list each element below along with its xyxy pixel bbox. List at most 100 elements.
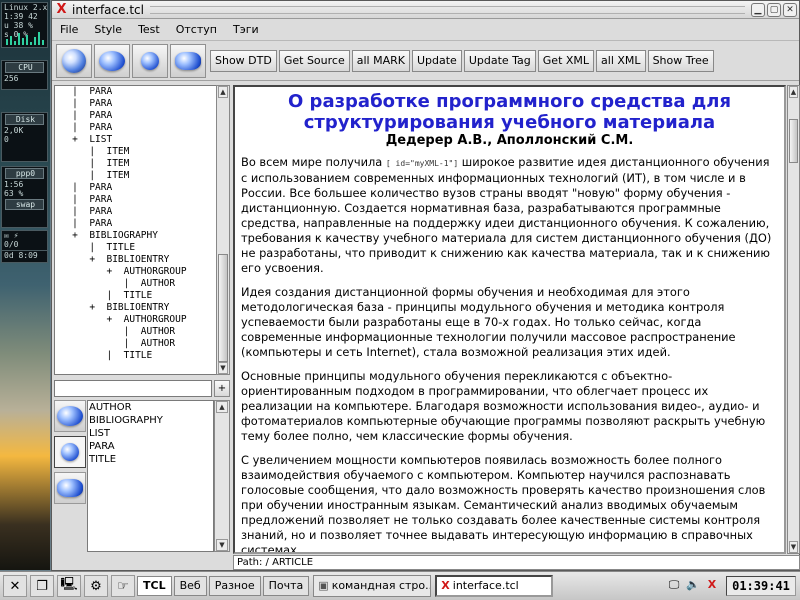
uptime-value: 0d 8:09: [4, 251, 38, 260]
tree-node[interactable]: | PARA: [55, 98, 229, 110]
tree-node[interactable]: | PARA: [55, 182, 229, 194]
windows-icon[interactable]: ❐: [30, 575, 54, 597]
scroll-down-icon[interactable]: ▼: [789, 541, 798, 553]
tree-node[interactable]: | AUTHOR: [55, 278, 229, 290]
orb-double-button[interactable]: [170, 43, 206, 78]
tree-node[interactable]: + LIST: [55, 134, 229, 146]
menu-test[interactable]: Test: [136, 22, 162, 37]
get-source-button[interactable]: Get Source: [278, 49, 350, 72]
tag-tool-column: [54, 400, 86, 550]
toolbar: Show DTD Get Source all MARK Update Upda…: [52, 41, 799, 81]
cpu-label[interactable]: CPU: [5, 62, 44, 73]
menu-indent[interactable]: Отступ: [174, 22, 219, 37]
title-bar[interactable]: X interface.tcl ▁ ▢ ✕: [52, 1, 799, 19]
tree-node[interactable]: | PARA: [55, 206, 229, 218]
app-x-icon[interactable]: X: [55, 3, 68, 16]
scroll-down-icon[interactable]: ▼: [218, 362, 228, 374]
swap-label[interactable]: swap: [5, 199, 44, 210]
tree-node[interactable]: + AUTHORGROUP: [55, 266, 229, 278]
get-xml-button[interactable]: Get XML: [537, 49, 595, 72]
tree-node[interactable]: | PARA: [55, 122, 229, 134]
titlebar-grip[interactable]: [149, 5, 745, 14]
all-xml-button[interactable]: all XML: [596, 49, 646, 72]
task-terminal[interactable]: ▣ командная стро...: [313, 575, 432, 597]
minimize-icon[interactable]: ▁: [751, 2, 765, 17]
network-panel: ppp0 1:56 63 % swap: [1, 166, 48, 228]
gear-icon[interactable]: ⚙: [84, 575, 108, 597]
workspace-tcl[interactable]: TCL: [137, 576, 172, 596]
document-tree[interactable]: | PARA | PARA | PARA | PARA + LIST | ITE…: [54, 85, 230, 375]
ppp-label[interactable]: ppp0: [5, 168, 44, 179]
tag-tool-double-button[interactable]: [54, 472, 86, 504]
tree-node[interactable]: | PARA: [55, 218, 229, 230]
cpu-graph: [4, 31, 45, 45]
close-icon[interactable]: ✕: [3, 575, 27, 597]
main-window: X interface.tcl ▁ ▢ ✕ File Style Test От…: [51, 0, 800, 571]
tree-node[interactable]: + BIBLIOENTRY: [55, 254, 229, 266]
update-tag-button[interactable]: Update Tag: [463, 49, 536, 72]
scroll-down-icon[interactable]: ▼: [216, 539, 228, 551]
tree-node[interactable]: + BIBLIOENTRY: [55, 302, 229, 314]
document-view[interactable]: О разработке программного средства для с…: [233, 85, 786, 554]
tree-node[interactable]: | TITLE: [55, 350, 229, 362]
workspace-mail[interactable]: Почта: [262, 576, 310, 596]
all-mark-button[interactable]: all MARK: [351, 49, 410, 72]
menu-style[interactable]: Style: [92, 22, 124, 37]
clock[interactable]: 01:39:41: [726, 576, 796, 596]
disk-value-secondary: 0: [4, 135, 9, 144]
tree-node[interactable]: + AUTHORGROUP: [55, 314, 229, 326]
tree-node[interactable]: | TITLE: [55, 290, 229, 302]
orb-pair-button[interactable]: [94, 43, 130, 78]
tag-list-item[interactable]: BIBLIOGRAPHY: [88, 414, 213, 427]
tree-node[interactable]: + BIBLIOGRAPHY: [55, 230, 229, 242]
show-dtd-button[interactable]: Show DTD: [210, 49, 277, 72]
tag-list-scrollbar[interactable]: ▲ ▼: [214, 400, 230, 552]
tag-list-item[interactable]: LIST: [88, 427, 213, 440]
scroll-up-icon[interactable]: ▲: [789, 86, 798, 98]
tag-list-item[interactable]: TITLE: [88, 453, 213, 466]
hand-icon[interactable]: ☞: [111, 575, 135, 597]
orb-shiny-button[interactable]: [56, 43, 92, 78]
maximize-icon[interactable]: ▢: [767, 2, 781, 17]
tag-filter-input[interactable]: [54, 380, 212, 397]
tree-node[interactable]: | AUTHOR: [55, 326, 229, 338]
speaker-icon[interactable]: 🔈: [685, 578, 701, 594]
tag-add-button[interactable]: +: [214, 380, 230, 397]
document-scrollbar[interactable]: ▲ ▼: [787, 85, 800, 554]
tree-node[interactable]: | ITEM: [55, 158, 229, 170]
workspace-web[interactable]: Веб: [173, 576, 207, 596]
tree-scroll-thumb[interactable]: [218, 254, 228, 362]
workspace-misc[interactable]: Разное: [208, 576, 261, 596]
tag-list-item[interactable]: PARA: [88, 440, 213, 453]
tree-node[interactable]: | PARA: [55, 194, 229, 206]
tag-tool-single-button[interactable]: [54, 436, 86, 468]
update-button[interactable]: Update: [411, 49, 462, 72]
paragraph-1: Во всем мире получила [ id="myXML-1"] ши…: [241, 155, 778, 276]
task-interface[interactable]: X interface.tcl: [435, 575, 554, 597]
monitor-icon[interactable]: 🖵: [666, 578, 682, 594]
element-path: Path: / ARTICLE: [233, 555, 800, 570]
menu-tags[interactable]: Тэги: [231, 22, 261, 37]
tree-node[interactable]: | PARA: [55, 86, 229, 98]
show-tree-button[interactable]: Show Tree: [647, 49, 714, 72]
scroll-up-icon[interactable]: ▲: [216, 401, 228, 413]
tag-tool-pair-button[interactable]: [54, 400, 86, 432]
scroll-up-icon[interactable]: ▲: [218, 86, 228, 98]
tray-x-icon[interactable]: X: [704, 578, 720, 594]
computer-icon[interactable]: 🖳: [57, 575, 81, 597]
cpu-load-panel: Linux 2.x 1:39 42 u 38 % s 0 %: [1, 2, 48, 48]
tag-list-item[interactable]: AUTHOR: [88, 401, 213, 414]
orb-button[interactable]: [132, 43, 168, 78]
document-scroll-thumb[interactable]: [789, 119, 798, 163]
tree-scrollbar[interactable]: ▲ ▼: [216, 85, 230, 375]
tree-node[interactable]: | ITEM: [55, 170, 229, 182]
menu-file[interactable]: File: [58, 22, 80, 37]
tree-node[interactable]: | ITEM: [55, 146, 229, 158]
tree-node[interactable]: | PARA: [55, 110, 229, 122]
tag-list[interactable]: AUTHOR BIBLIOGRAPHY LIST PARA TITLE: [87, 400, 214, 552]
close-icon[interactable]: ✕: [783, 2, 797, 17]
tree-node[interactable]: | TITLE: [55, 242, 229, 254]
disk-label[interactable]: Disk: [5, 114, 44, 125]
tree-node[interactable]: | AUTHOR: [55, 338, 229, 350]
paragraph-1-rest: широкое развитие идея дистанционного обу…: [241, 155, 772, 275]
